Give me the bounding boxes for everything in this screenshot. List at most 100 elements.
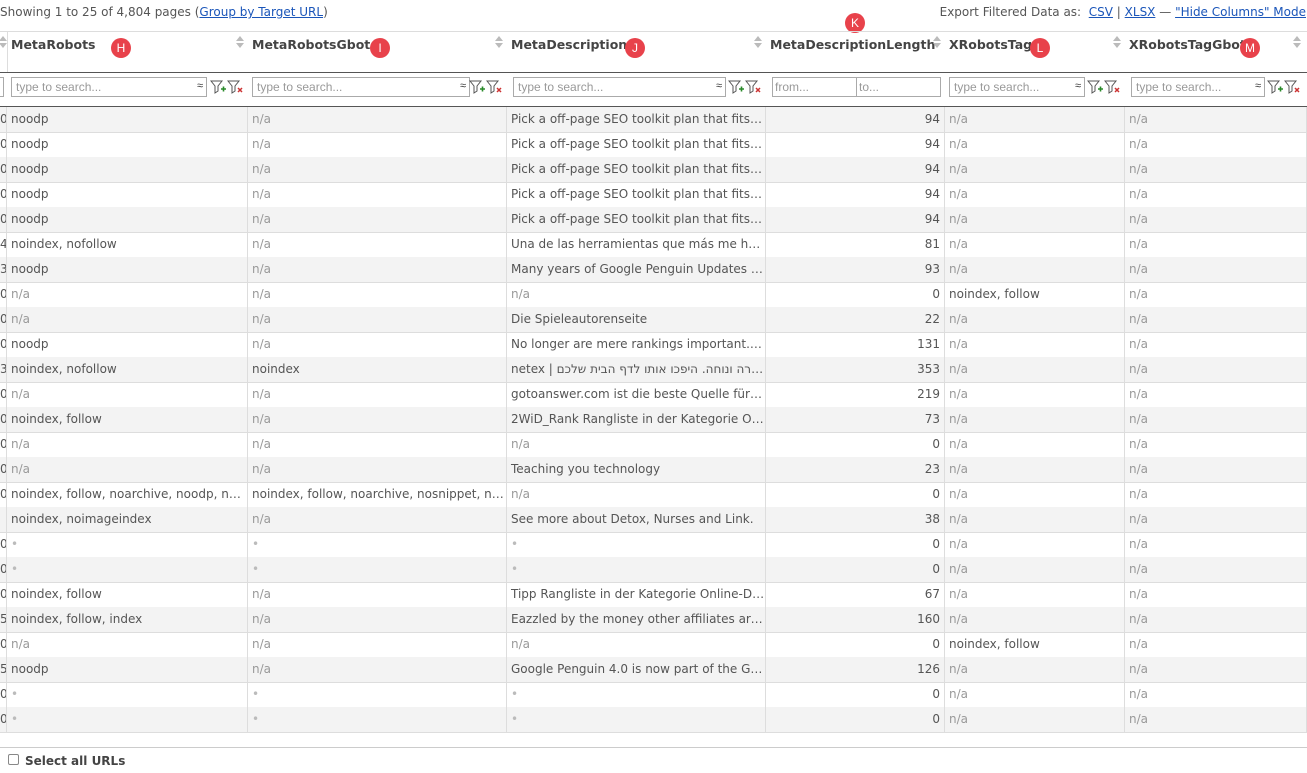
table-cell-c2: n/a	[248, 232, 507, 257]
table-cell-c4: 353	[766, 357, 945, 382]
export-xlsx-link[interactable]: XLSX	[1125, 5, 1156, 19]
table-cell-c4: 0	[766, 707, 945, 732]
table-row[interactable]: 4 noindex, nofollow n/a Una de las herramie…	[0, 232, 1307, 258]
table-cell-c4: 219	[766, 382, 945, 407]
search-input[interactable]: type to search... ≈	[1131, 77, 1265, 97]
range-from-input[interactable]: from...	[772, 77, 857, 97]
header-xrobotstaggbot[interactable]: XRobotsTagGbot M	[1125, 32, 1305, 72]
add-filter-icon[interactable]	[469, 79, 485, 95]
sort-icon[interactable]	[495, 36, 503, 50]
table-cell-lead: 3	[0, 357, 7, 382]
header-metadescription[interactable]: MetaDescription J	[507, 32, 766, 72]
table-cell-c2: n/a	[248, 257, 507, 282]
table-cell-c3: n/a	[507, 632, 766, 657]
table-row[interactable]: 0 noodp n/a No longer are mere rankings imp…	[0, 332, 1307, 358]
fuzzy-match-icon[interactable]: ≈	[1255, 80, 1261, 92]
select-all-label[interactable]: Select all URLs	[25, 754, 125, 768]
table-row[interactable]: 0 • • • 0 n/a n/a	[0, 532, 1307, 558]
table-row[interactable]: 0 n/a n/a Teaching you technology 23 n/a n/a	[0, 457, 1307, 483]
fuzzy-match-icon[interactable]: ≈	[460, 80, 466, 92]
clear-filter-icon[interactable]	[227, 79, 243, 95]
table-row[interactable]: 0 noodp n/a Pick a off-page SEO toolkit pla…	[0, 207, 1307, 233]
table-cell-c5: n/a	[945, 507, 1125, 532]
table-row[interactable]: 0 n/a n/a n/a 0 noindex, follow n/a	[0, 632, 1307, 658]
table-cell-c3: •	[507, 682, 766, 707]
table-cell-c4: 0	[766, 282, 945, 307]
table-row[interactable]: 0 • • • 0 n/a n/a	[0, 557, 1307, 583]
search-input[interactable]	[0, 77, 4, 97]
search-input[interactable]: type to search... ≈	[949, 77, 1085, 97]
sort-icon[interactable]	[1113, 36, 1121, 50]
table-cell-c1: •	[7, 557, 248, 582]
header-xrobotstag[interactable]: XRobotsTag L	[945, 32, 1125, 72]
table-row[interactable]: 0 noodp n/a Pick a off-page SEO toolkit pla…	[0, 157, 1307, 183]
table-cell-c3: •	[507, 557, 766, 582]
table-row[interactable]: 0 • • • 0 n/a n/a	[0, 707, 1307, 733]
sort-icon[interactable]	[933, 36, 941, 50]
table-cell-c5: n/a	[945, 307, 1125, 332]
header-metarobotsgbot[interactable]: MetaRobotsGbot I	[248, 32, 507, 72]
add-filter-icon[interactable]	[210, 79, 226, 95]
column-title: MetaRobotsGbot	[252, 37, 371, 52]
table-cell-c3: Google Penguin 4.0 is now part of the Go…	[507, 657, 766, 682]
table-row[interactable]: 0 noodp n/a Pick a off-page SEO toolkit pla…	[0, 107, 1307, 133]
table-cell-c4: 81	[766, 232, 945, 257]
fuzzy-match-icon[interactable]: ≈	[197, 80, 203, 92]
table-row[interactable]: 0 n/a n/a n/a 0 noindex, follow n/a	[0, 282, 1307, 308]
add-filter-icon[interactable]	[1267, 79, 1283, 95]
sort-icon[interactable]	[236, 36, 244, 50]
search-input[interactable]: type to search... ≈	[513, 77, 726, 97]
table-row[interactable]: 0 noodp n/a Pick a off-page SEO toolkit pla…	[0, 182, 1307, 208]
table-cell-c5: noindex, follow	[945, 282, 1125, 307]
table-cell-c6: n/a	[1125, 532, 1307, 557]
select-all-checkbox[interactable]	[8, 754, 19, 765]
table-row[interactable]: 0 n/a n/a Die Spieleautorenseite 22 n/a n/a	[0, 307, 1307, 333]
add-filter-icon[interactable]	[1087, 79, 1103, 95]
table-row[interactable]: 0 noindex, follow n/a Tipp Rangliste in der…	[0, 582, 1307, 608]
sort-icon[interactable]	[754, 36, 762, 50]
add-filter-icon[interactable]	[728, 79, 744, 95]
table-cell-c2: n/a	[248, 407, 507, 432]
table-cell-c5: n/a	[945, 607, 1125, 632]
table-cell-c1: n/a	[7, 307, 248, 332]
table-cell-c1: n/a	[7, 282, 248, 307]
table-row[interactable]: 0 noindex, follow, noarchive, noodp, noyd…	[0, 482, 1307, 508]
table-cell-c5: n/a	[945, 582, 1125, 607]
clear-filter-icon[interactable]	[1284, 79, 1300, 95]
export-csv-link[interactable]: CSV	[1089, 5, 1113, 19]
hide-columns-mode-link[interactable]: "Hide Columns" Mode	[1175, 5, 1306, 19]
fuzzy-match-icon[interactable]: ≈	[716, 80, 722, 92]
table-cell-c4: 94	[766, 132, 945, 157]
table-row[interactable]: 3 noodp n/a Many years of Google Penguin Up…	[0, 257, 1307, 283]
filter-xrobotstaggbot: type to search... ≈	[1125, 72, 1307, 106]
table-row[interactable]: 5 noindex, follow, index n/a Eazzled by the…	[0, 607, 1307, 633]
header-metarobots[interactable]: MetaRobots H	[7, 32, 248, 72]
table-row[interactable]: 0 noodp n/a Pick a off-page SEO toolkit pla…	[0, 132, 1307, 158]
table-cell-c5: n/a	[945, 332, 1125, 357]
fuzzy-match-icon[interactable]: ≈	[1075, 80, 1081, 92]
table-row[interactable]: 0 n/a n/a n/a 0 n/a n/a	[0, 432, 1307, 458]
table-cell-lead: 5	[0, 657, 7, 682]
table-row[interactable]: 5 noodp n/a Google Penguin 4.0 is now part …	[0, 657, 1307, 683]
header-metadescriptionlength[interactable]: MetaDescriptionLength	[766, 32, 945, 72]
table-cell-c2: n/a	[248, 307, 507, 332]
filter-metadescription: type to search... ≈	[507, 72, 766, 106]
search-input[interactable]: type to search... ≈	[11, 77, 207, 97]
grid-header: MetaRobots H MetaRobotsGbot I MetaDescri…	[0, 31, 1307, 73]
clear-filter-icon[interactable]	[1104, 79, 1120, 95]
search-input[interactable]: type to search... ≈	[252, 77, 470, 97]
table-cell-c1: noodp	[7, 332, 248, 357]
clear-filter-icon[interactable]	[745, 79, 761, 95]
sort-icon[interactable]	[1293, 36, 1301, 50]
clear-filter-icon[interactable]	[486, 79, 502, 95]
range-to-input[interactable]: to...	[856, 77, 941, 97]
table-row[interactable]: 0 n/a n/a gotoanswer.com ist die beste Quel…	[0, 382, 1307, 408]
table-row[interactable]: 3 noindex, nofollow noindex netex | ה ישירה…	[0, 357, 1307, 383]
sort-icon[interactable]	[0, 36, 7, 50]
table-row[interactable]: 0 noindex, follow n/a 2WiD_Rank Rangliste i…	[0, 407, 1307, 433]
table-cell-c2: n/a	[248, 432, 507, 457]
table-cell-c4: 0	[766, 432, 945, 457]
group-by-target-url-link[interactable]: Group by Target URL	[199, 5, 323, 19]
table-row[interactable]: noindex, noimageindex n/a See more about D…	[0, 507, 1307, 533]
table-row[interactable]: 0 • • • 0 n/a n/a	[0, 682, 1307, 708]
